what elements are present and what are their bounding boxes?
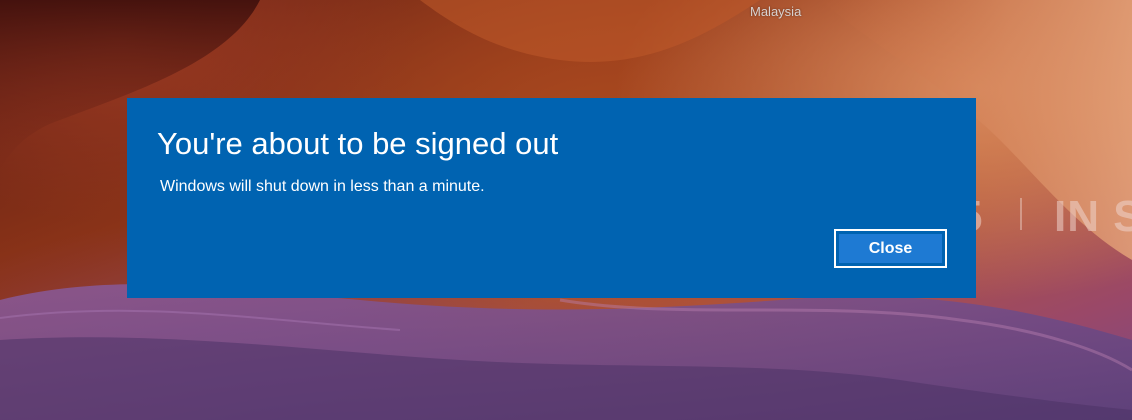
background-overlay-text-right: IN SE	[1054, 192, 1132, 241]
dialog-title: You're about to be signed out	[157, 126, 559, 161]
close-button[interactable]: Close	[834, 229, 947, 268]
background-overlay-divider	[1020, 198, 1022, 230]
dialog-message: Windows will shut down in less than a mi…	[160, 178, 485, 195]
sign-out-dialog: You're about to be signed out Windows wi…	[127, 98, 976, 298]
close-button-label: Close	[838, 233, 943, 264]
location-label: Malaysia	[750, 4, 802, 19]
